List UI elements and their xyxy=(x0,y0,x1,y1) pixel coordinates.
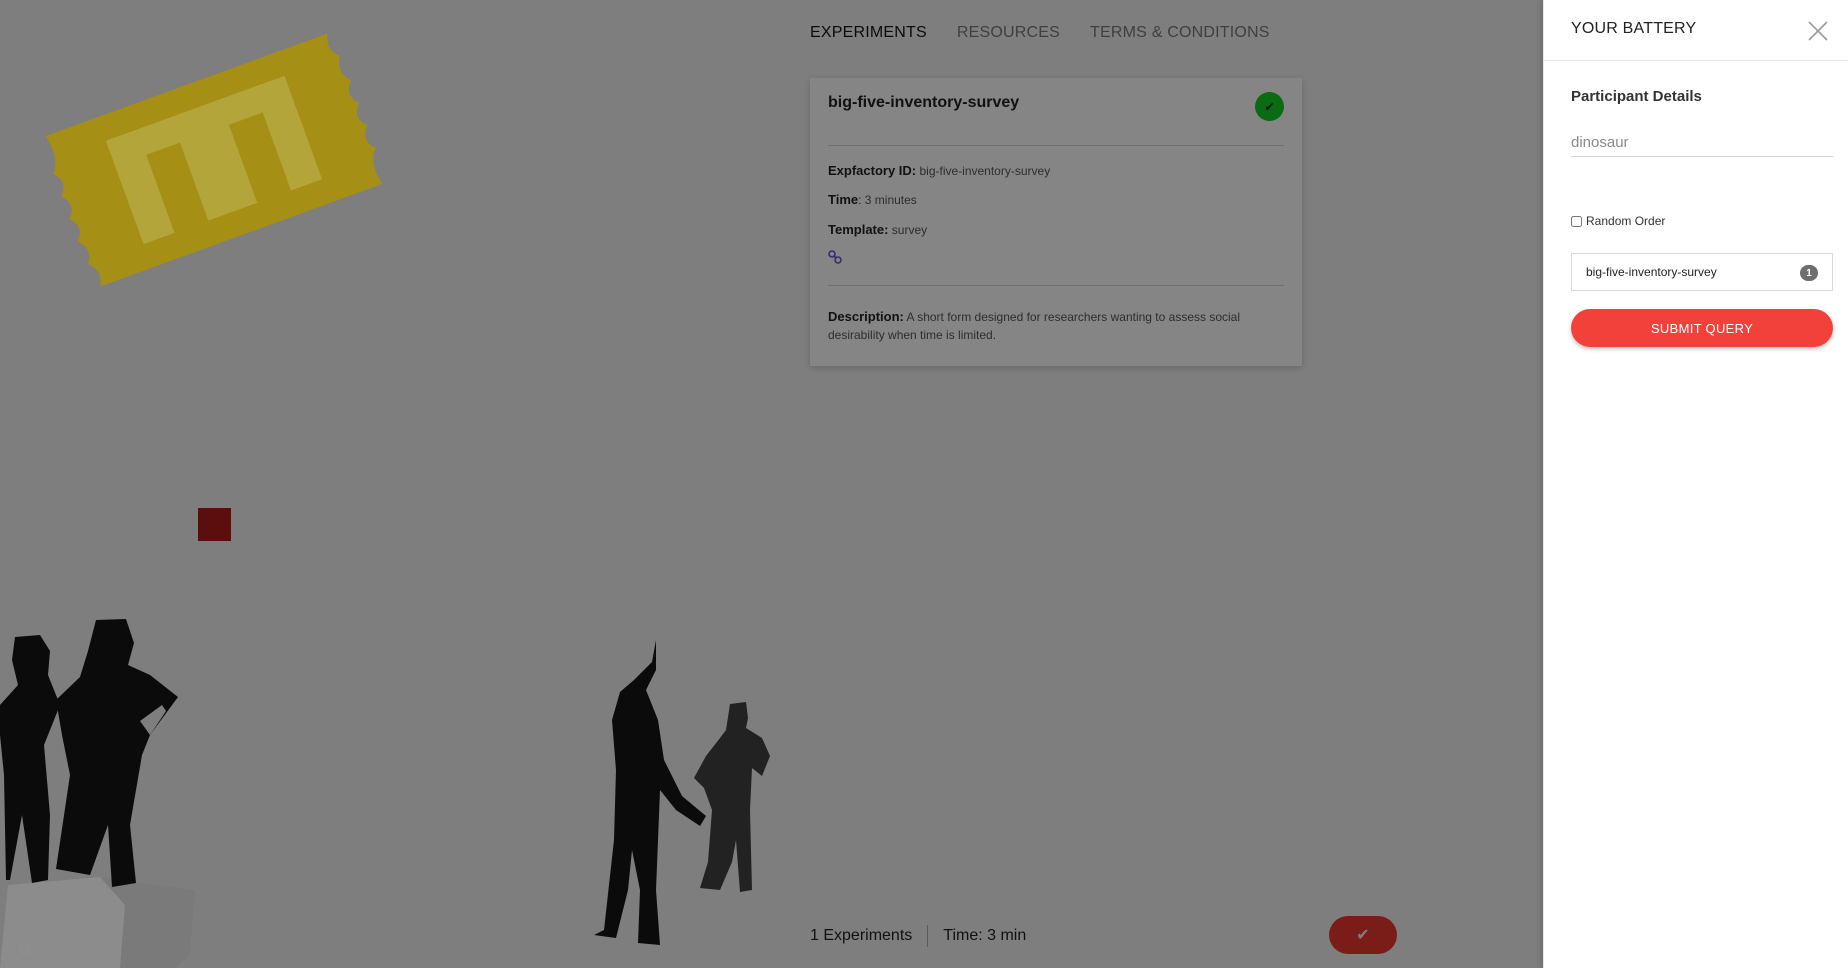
expfactory-id-row: Expfactory ID: big-five-inventory-survey xyxy=(828,163,1050,178)
time-label: Time xyxy=(828,192,859,207)
submit-query-button[interactable]: SUBMIT QUERY xyxy=(1571,309,1833,347)
check-icon: ✔ xyxy=(1264,99,1275,114)
close-icon[interactable] xyxy=(1807,20,1829,42)
panel-title: YOUR BATTERY xyxy=(1571,20,1697,37)
time-row: Time: 3 minutes xyxy=(828,192,917,207)
description: Description: A short form designed for r… xyxy=(828,308,1278,344)
people-silhouette-left xyxy=(0,619,195,968)
template-value: survey xyxy=(891,223,928,237)
description-label: Description: xyxy=(828,309,904,324)
battery-item-badge: 1 xyxy=(1800,265,1818,281)
experiment-title[interactable]: big-five-inventory-survey xyxy=(828,94,1019,112)
panel-header: YOUR BATTERY xyxy=(1544,0,1848,61)
check-icon: ✔ xyxy=(1356,927,1370,944)
battery-item-name: big-five-inventory-survey xyxy=(1586,265,1717,279)
battery-list-item[interactable]: big-five-inventory-survey 1 xyxy=(1571,253,1833,291)
page-backdrop: EXPERIMENTS RESOURCES TERMS & CONDITIONS… xyxy=(0,0,1543,968)
confirm-battery-button[interactable]: ✔ xyxy=(1329,916,1397,954)
tab-experiments[interactable]: EXPERIMENTS xyxy=(810,24,927,42)
random-order-option[interactable]: Random Order xyxy=(1571,214,1665,228)
experiments-count: 1 Experiments xyxy=(810,927,913,944)
link-icon[interactable] xyxy=(828,250,842,264)
expfactory-id-label: Expfactory ID: xyxy=(828,163,917,178)
participant-id-input[interactable] xyxy=(1571,128,1833,157)
battery-panel: YOUR BATTERY Participant Details Random … xyxy=(1543,0,1848,968)
people-silhouette-center xyxy=(594,640,770,945)
participant-details-heading: Participant Details xyxy=(1571,88,1702,105)
red-square xyxy=(198,508,231,541)
expfactory-id-value: big-five-inventory-survey xyxy=(919,164,1051,178)
battery-summary: 1 Experiments Time: 3 min xyxy=(810,925,1026,947)
github-icon[interactable] xyxy=(18,942,32,956)
selected-check-badge[interactable]: ✔ xyxy=(1255,92,1284,121)
random-order-checkbox[interactable] xyxy=(1571,215,1582,227)
template-label: Template: xyxy=(828,222,889,237)
tab-terms-conditions[interactable]: TERMS & CONDITIONS xyxy=(1090,24,1270,42)
divider xyxy=(828,285,1284,286)
divider xyxy=(927,925,929,947)
ticket-logo xyxy=(45,33,383,287)
divider xyxy=(828,145,1284,146)
template-row: Template: survey xyxy=(828,222,927,237)
experiment-card[interactable]: big-five-inventory-survey ✔ Expfactory I… xyxy=(810,78,1302,366)
total-time: Time: 3 min xyxy=(943,927,1027,944)
main-nav: EXPERIMENTS RESOURCES TERMS & CONDITIONS xyxy=(810,24,1270,42)
time-value: : 3 minutes xyxy=(858,193,917,207)
random-order-label: Random Order xyxy=(1586,214,1666,228)
tab-resources[interactable]: RESOURCES xyxy=(957,24,1060,42)
